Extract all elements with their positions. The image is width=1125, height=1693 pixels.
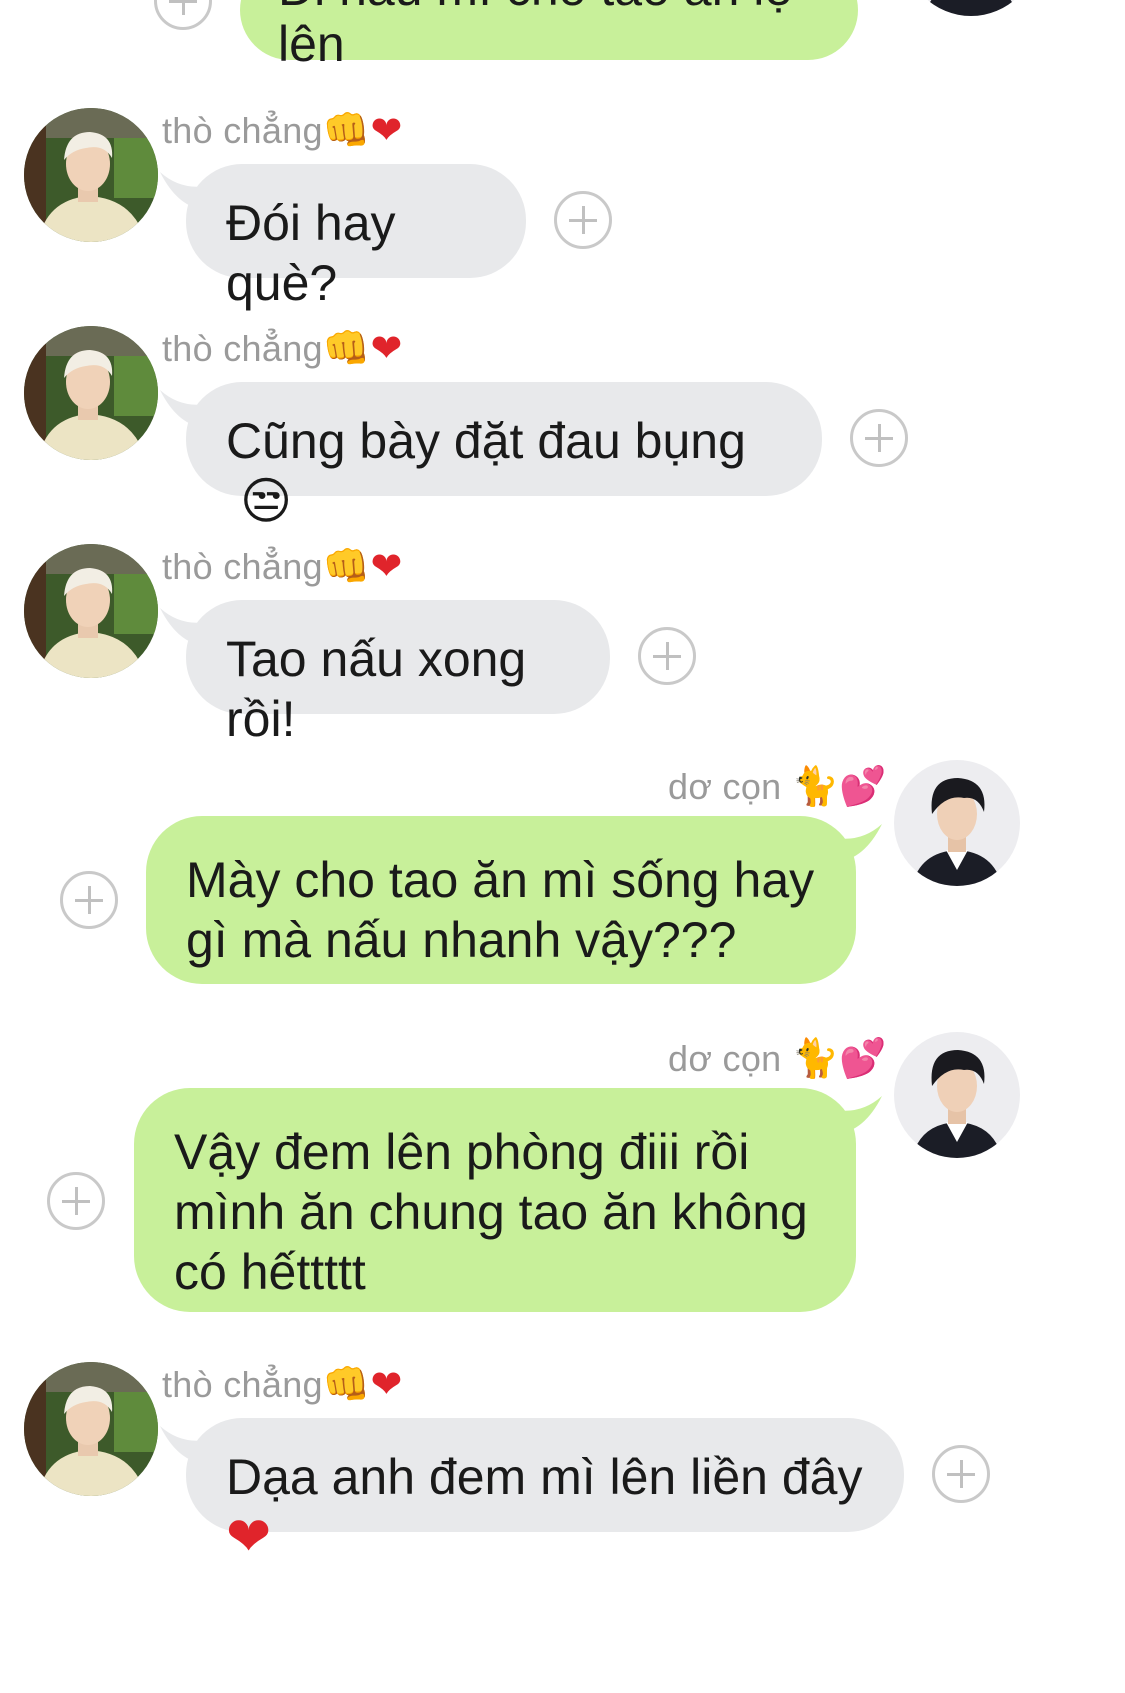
message-text: Cũng bày đặt đau bụng xyxy=(226,413,746,469)
heart-icon: ❤ xyxy=(370,544,403,588)
message-text: Tao nấu xong rồi! xyxy=(226,631,527,747)
add-reaction-button[interactable] xyxy=(154,0,212,30)
add-reaction-button[interactable] xyxy=(638,627,696,685)
message-text: Vậy đem lên phòng điii rồi mình ăn chung… xyxy=(174,1124,808,1300)
emoji: 👊 xyxy=(322,326,371,370)
message-bubble[interactable]: Đi nấu mì cho tao ăn lẹ lên xyxy=(240,0,858,72)
emoji: 👊 xyxy=(322,1362,371,1406)
avatar[interactable] xyxy=(24,326,158,460)
sender-name: dơ cọn 🐈💕 xyxy=(668,1036,888,1080)
avatar[interactable] xyxy=(904,0,1038,16)
heart-icon: ❤ xyxy=(370,1362,403,1406)
message-bubble[interactable]: Tao nấu xong rồi! xyxy=(186,600,610,747)
add-reaction-button[interactable] xyxy=(554,191,612,249)
sender-name: dơ cọn 🐈💕 xyxy=(668,764,888,808)
two-hearts-icon: 💕 xyxy=(839,1036,888,1080)
heart-icon: ❤ xyxy=(370,326,403,370)
blond-person-avatar-icon xyxy=(24,108,158,242)
blond-person-avatar-icon xyxy=(24,1362,158,1496)
add-reaction-button[interactable] xyxy=(850,409,908,467)
add-reaction-button[interactable] xyxy=(47,1172,105,1230)
avatar[interactable] xyxy=(24,544,158,678)
dark-hair-person-avatar-icon xyxy=(894,760,1020,886)
avatar[interactable] xyxy=(894,1032,1020,1158)
message-bubble[interactable]: Cũng bày đặt đau bụng 😒 xyxy=(186,382,822,530)
add-reaction-button[interactable] xyxy=(932,1445,990,1503)
message-bubble[interactable]: Đói hay què? xyxy=(186,164,526,311)
unamused-emoji: 😒 xyxy=(240,472,293,530)
sender-name: thò chẳng👊❤ xyxy=(162,544,403,588)
message-text: Dạa anh đem mì lên liền đây xyxy=(226,1449,863,1505)
dark-hair-person-avatar-icon xyxy=(894,1032,1020,1158)
sender-name: thò chẳng👊❤ xyxy=(162,108,403,152)
add-reaction-button[interactable] xyxy=(60,871,118,929)
message-text: Đi nấu mì cho tao ăn lẹ lên xyxy=(278,0,792,72)
sender-name: thò chẳng👊❤ xyxy=(162,1362,403,1406)
message-bubble[interactable]: Mày cho tao ăn mì sống hay gì mà nấu nha… xyxy=(146,816,856,984)
cat-icon: 🐈 xyxy=(791,1036,840,1080)
heart-icon: ❤ xyxy=(226,1505,272,1568)
heart-icon: ❤ xyxy=(370,108,403,152)
message-bubble[interactable]: Dạa anh đem mì lên liền đây❤ xyxy=(186,1418,904,1567)
avatar[interactable] xyxy=(24,1362,158,1496)
emoji: 👊 xyxy=(322,544,371,588)
message-bubble[interactable]: Vậy đem lên phòng điii rồi mình ăn chung… xyxy=(134,1088,856,1312)
blond-person-avatar-icon xyxy=(24,544,158,678)
cat-icon: 🐈 xyxy=(791,764,840,808)
avatar[interactable] xyxy=(24,108,158,242)
emoji: 👊 xyxy=(322,108,371,152)
blond-person-avatar-icon xyxy=(24,326,158,460)
message-text: Đói hay què? xyxy=(226,195,396,311)
sender-name: thò chẳng👊❤ xyxy=(162,326,403,370)
two-hearts-icon: 💕 xyxy=(839,764,888,808)
message-text: Mày cho tao ăn mì sống hay gì mà nấu nha… xyxy=(186,852,815,968)
avatar[interactable] xyxy=(894,760,1020,886)
